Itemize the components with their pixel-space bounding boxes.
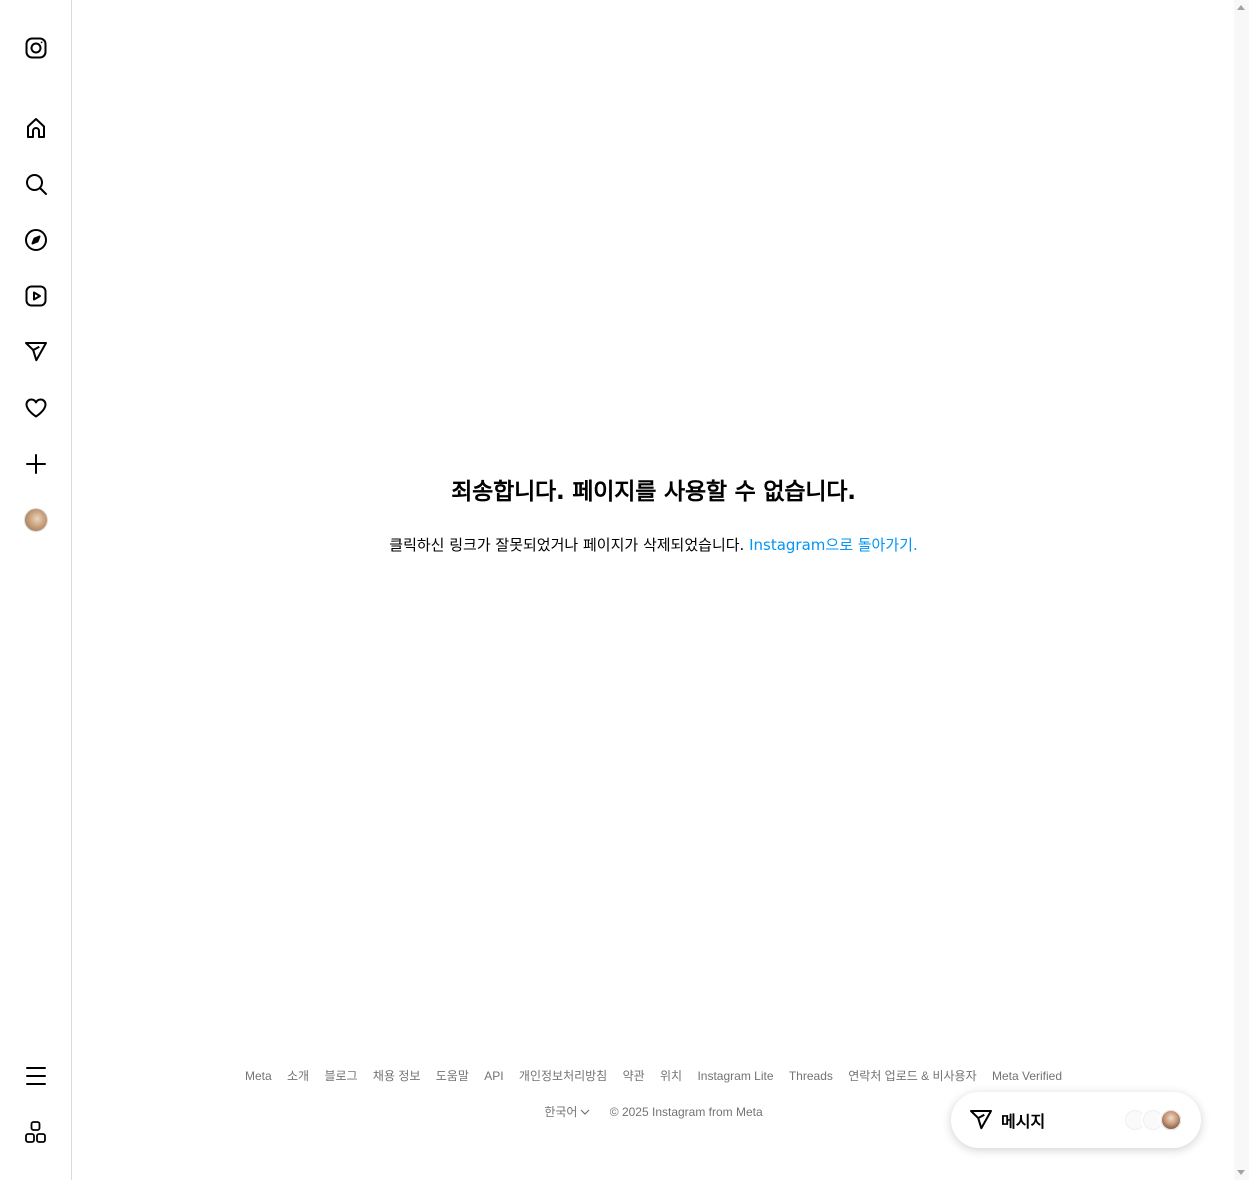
copyright-text: © 2025 Instagram from Meta	[609, 1105, 763, 1119]
footer-link-privacy[interactable]: 개인정보처리방침	[519, 1067, 607, 1084]
footer-link-jobs[interactable]: 채용 정보	[373, 1067, 421, 1084]
search-icon[interactable]	[12, 160, 60, 208]
back-to-instagram-link[interactable]: Instagram으로 돌아가기.	[749, 536, 918, 554]
footer-link-api[interactable]: API	[484, 1069, 503, 1083]
avatar	[24, 508, 48, 532]
avatar	[1159, 1108, 1183, 1132]
messages-button[interactable]: 메시지	[951, 1092, 1201, 1148]
footer-link-threads[interactable]: Threads	[789, 1069, 833, 1083]
create-icon[interactable]	[12, 440, 60, 488]
main-content: 죄송합니다. 페이지를 사용할 수 없습니다. 클릭하신 링크가 잘못되었거나 …	[73, 0, 1234, 1180]
error-description-text: 클릭하신 링크가 잘못되었거나 페이지가 삭제되었습니다.	[389, 536, 750, 554]
instagram-logo-icon[interactable]	[12, 24, 60, 72]
footer-link-locations[interactable]: 위치	[660, 1067, 682, 1084]
scrollbar[interactable]	[1234, 0, 1249, 1180]
footer-link-meta-verified[interactable]: Meta Verified	[992, 1069, 1062, 1083]
language-label: 한국어	[544, 1105, 578, 1119]
messages-icon[interactable]	[12, 328, 60, 376]
language-select[interactable]: 한국어	[544, 1103, 590, 1120]
footer-links: Meta 소개 블로그 채용 정보 도움말 API 개인정보처리방침 약관 위치…	[73, 1067, 1234, 1084]
chevron-down-icon	[581, 1109, 590, 1115]
scroll-down-icon[interactable]	[1237, 1170, 1245, 1175]
error-description: 클릭하신 링크가 잘못되었거나 페이지가 삭제되었습니다. Instagram으…	[73, 534, 1234, 555]
footer-link-help[interactable]: 도움말	[436, 1067, 469, 1084]
more-menu-icon[interactable]	[12, 1052, 60, 1100]
home-icon[interactable]	[12, 104, 60, 152]
profile-avatar[interactable]	[12, 496, 60, 544]
explore-icon[interactable]	[12, 216, 60, 264]
footer-link-meta[interactable]: Meta	[245, 1069, 272, 1083]
scroll-up-icon[interactable]	[1237, 5, 1245, 10]
page-title: 죄송합니다. 페이지를 사용할 수 없습니다.	[451, 479, 856, 505]
footer-link-instagram-lite[interactable]: Instagram Lite	[697, 1069, 773, 1083]
messages-icon	[970, 1110, 992, 1130]
footer-link-blog[interactable]: 블로그	[324, 1067, 357, 1084]
sidebar-nav	[0, 0, 72, 1180]
message-avatars	[1123, 1108, 1183, 1132]
also-from-meta-icon[interactable]	[12, 1108, 60, 1156]
reels-icon[interactable]	[12, 272, 60, 320]
footer-link-contact-upload[interactable]: 연락처 업로드 & 비사용자	[848, 1067, 976, 1084]
footer-link-about[interactable]: 소개	[287, 1067, 309, 1084]
footer-link-terms[interactable]: 약관	[623, 1067, 645, 1084]
messages-label: 메시지	[1001, 1112, 1046, 1131]
notifications-icon[interactable]	[12, 384, 60, 432]
